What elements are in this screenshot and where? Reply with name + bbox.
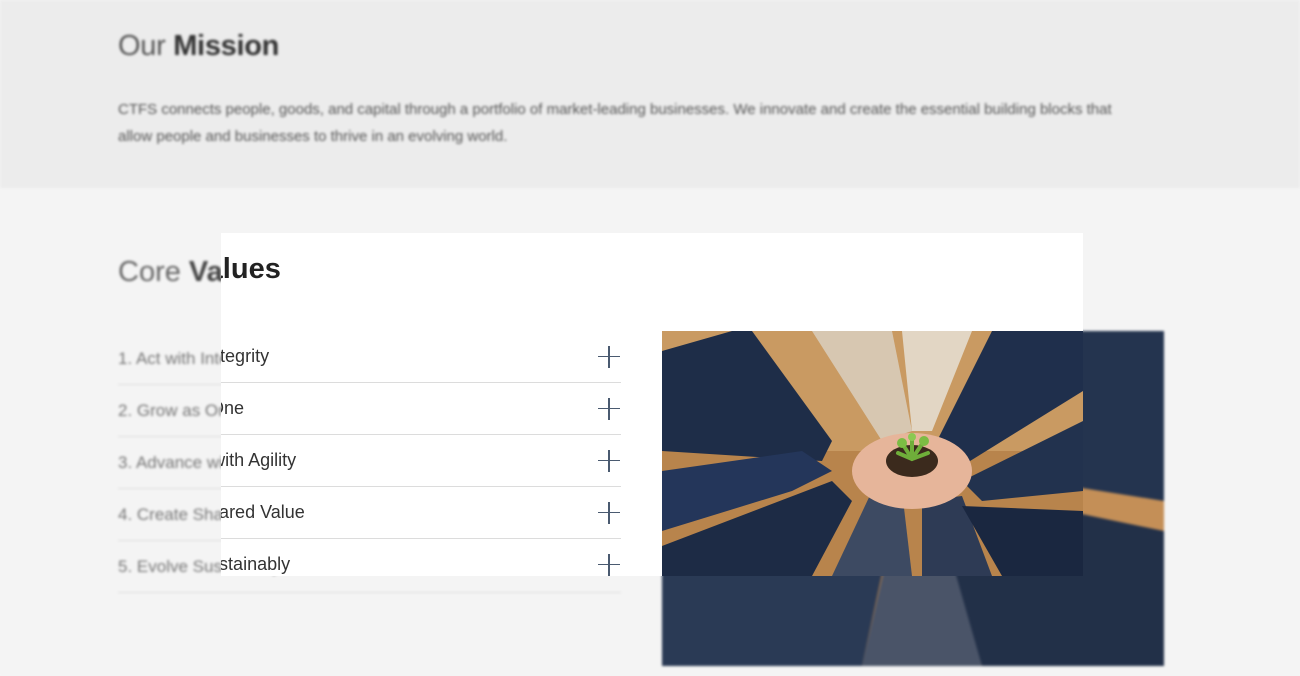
- core-values-accordion: 1. Act with Integrity 2. Grow as One 3. …: [221, 331, 621, 576]
- accordion-item-label: 5. Evolve Sustainably: [221, 554, 291, 574]
- plus-icon[interactable]: [598, 397, 620, 420]
- accordion-item-label: 2. Grow as One: [221, 398, 245, 418]
- team-hands-seedling-photo: [662, 331, 1083, 576]
- mission-section: Our Mission CTFS connects people, goods,…: [0, 0, 1300, 188]
- accordion-item-act-with-integrity[interactable]: 1. Act with Integrity: [221, 331, 621, 383]
- plus-icon[interactable]: [598, 501, 620, 524]
- accordion-item-label: 1. Act with Integrity: [221, 346, 270, 366]
- accordion-item-grow-as-one[interactable]: 2. Grow as One: [221, 383, 621, 435]
- plus-icon[interactable]: [598, 553, 620, 576]
- plus-icon[interactable]: [598, 345, 620, 368]
- mission-title: Our Mission: [118, 30, 280, 62]
- mission-text: CTFS connects people, goods, and capital…: [118, 101, 1112, 145]
- accordion-item-evolve-sustainably[interactable]: 5. Evolve Sustainably: [221, 539, 621, 576]
- plus-icon[interactable]: [598, 449, 620, 472]
- core-values-title: Core Values: [221, 253, 281, 285]
- accordion-item-advance-with-agility[interactable]: 3. Advance with Agility: [221, 435, 621, 487]
- accordion-item-label: 3. Advance with Agility: [221, 450, 297, 470]
- accordion-item-label: 4. Create Shared Value: [221, 502, 305, 522]
- accordion-item-create-shared-value[interactable]: 4. Create Shared Value: [221, 487, 621, 539]
- core-values-panel: Core Values 1. Act with Integrity 2. Gro…: [221, 233, 1083, 576]
